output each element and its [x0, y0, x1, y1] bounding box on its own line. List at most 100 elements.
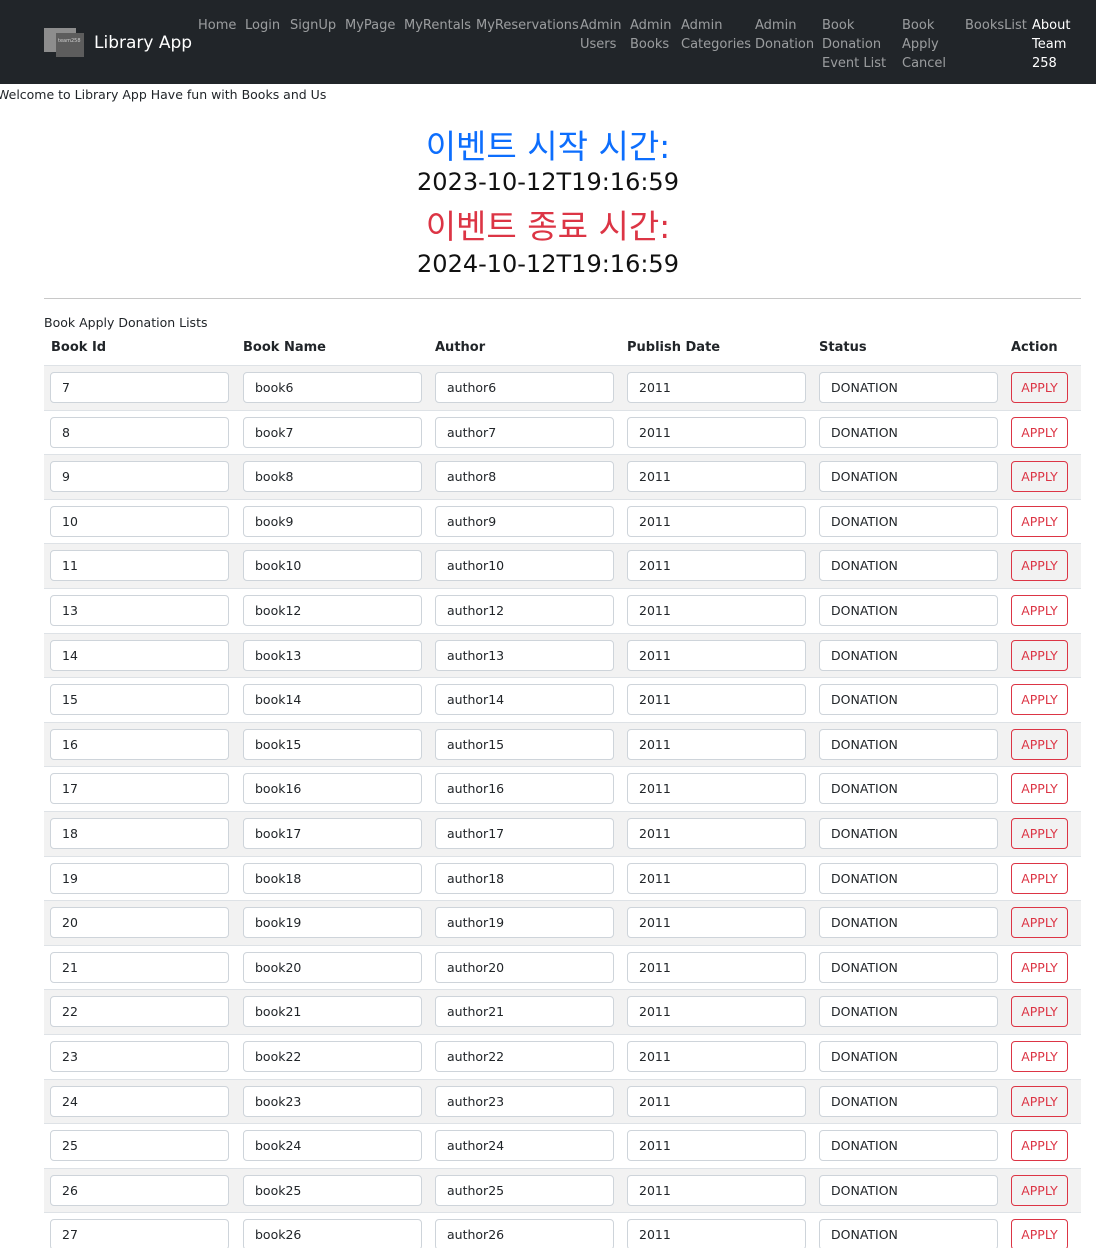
author-field[interactable]: author21 [435, 996, 614, 1028]
publish-date-field[interactable]: 2011 [627, 505, 806, 537]
book-id-field[interactable]: 18 [50, 817, 229, 849]
book-id-field[interactable]: 19 [50, 862, 229, 894]
author-field[interactable]: author24 [435, 1130, 614, 1162]
author-field[interactable]: author16 [435, 773, 614, 805]
publish-date-field[interactable]: 2011 [627, 1085, 806, 1117]
apply-button[interactable]: APPLY [1011, 1174, 1068, 1206]
book-name-field[interactable]: book10 [243, 550, 422, 582]
book-id-field[interactable]: 11 [50, 550, 229, 582]
apply-button[interactable]: APPLY [1011, 1130, 1068, 1162]
publish-date-field[interactable]: 2011 [627, 817, 806, 849]
apply-button[interactable]: APPLY [1011, 1219, 1068, 1248]
publish-date-field[interactable]: 2011 [627, 996, 806, 1028]
apply-button[interactable]: APPLY [1011, 907, 1068, 939]
author-field[interactable]: author13 [435, 639, 614, 671]
apply-button[interactable]: APPLY [1011, 550, 1068, 582]
author-field[interactable]: author22 [435, 1040, 614, 1072]
nav-myreservations[interactable]: MyReservations [476, 16, 579, 35]
book-name-field[interactable]: book15 [243, 728, 422, 760]
apply-button[interactable]: APPLY [1011, 1085, 1068, 1117]
book-name-field[interactable]: book6 [243, 372, 422, 403]
publish-date-field[interactable]: 2011 [627, 1219, 806, 1248]
status-field[interactable]: DONATION [819, 416, 998, 448]
publish-date-field[interactable]: 2011 [627, 728, 806, 760]
author-field[interactable]: author10 [435, 550, 614, 582]
nav-home[interactable]: Home [198, 16, 236, 35]
author-field[interactable]: author26 [435, 1219, 614, 1248]
status-field[interactable]: DONATION [819, 951, 998, 983]
nav-about-team[interactable]: About Team 258 [1032, 16, 1070, 73]
book-id-field[interactable]: 17 [50, 773, 229, 805]
book-name-field[interactable]: book9 [243, 505, 422, 537]
status-field[interactable]: DONATION [819, 773, 998, 805]
book-name-field[interactable]: book14 [243, 684, 422, 716]
publish-date-field[interactable]: 2011 [627, 907, 806, 939]
author-field[interactable]: author19 [435, 907, 614, 939]
author-field[interactable]: author14 [435, 684, 614, 716]
book-name-field[interactable]: book17 [243, 817, 422, 849]
book-name-field[interactable]: book16 [243, 773, 422, 805]
author-field[interactable]: author9 [435, 505, 614, 537]
publish-date-field[interactable]: 2011 [627, 416, 806, 448]
author-field[interactable]: author15 [435, 728, 614, 760]
book-id-field[interactable]: 10 [50, 505, 229, 537]
book-id-field[interactable]: 23 [50, 1040, 229, 1072]
book-id-field[interactable]: 27 [50, 1219, 229, 1248]
status-field[interactable]: DONATION [819, 505, 998, 537]
apply-button[interactable]: APPLY [1011, 728, 1068, 760]
nav-admin-users[interactable]: Admin Users [580, 16, 621, 54]
author-field[interactable]: author7 [435, 416, 614, 448]
status-field[interactable]: DONATION [819, 1130, 998, 1162]
author-field[interactable]: author17 [435, 817, 614, 849]
nav-admin-categories[interactable]: Admin Categories [681, 16, 751, 54]
publish-date-field[interactable]: 2011 [627, 773, 806, 805]
book-name-field[interactable]: book24 [243, 1130, 422, 1162]
author-field[interactable]: author12 [435, 594, 614, 626]
book-id-field[interactable]: 16 [50, 728, 229, 760]
apply-button[interactable]: APPLY [1011, 461, 1068, 493]
book-id-field[interactable]: 9 [50, 461, 229, 493]
publish-date-field[interactable]: 2011 [627, 550, 806, 582]
book-name-field[interactable]: book7 [243, 416, 422, 448]
apply-button[interactable]: APPLY [1011, 639, 1068, 671]
publish-date-field[interactable]: 2011 [627, 1130, 806, 1162]
apply-button[interactable]: APPLY [1011, 951, 1068, 983]
book-id-field[interactable]: 15 [50, 684, 229, 716]
book-name-field[interactable]: book22 [243, 1040, 422, 1072]
publish-date-field[interactable]: 2011 [627, 951, 806, 983]
status-field[interactable]: DONATION [819, 817, 998, 849]
publish-date-field[interactable]: 2011 [627, 862, 806, 894]
nav-book-apply-cancel[interactable]: Book Apply Cancel [902, 16, 946, 73]
status-field[interactable]: DONATION [819, 639, 998, 671]
book-name-field[interactable]: book13 [243, 639, 422, 671]
publish-date-field[interactable]: 2011 [627, 684, 806, 716]
author-field[interactable]: author6 [435, 372, 614, 403]
book-id-field[interactable]: 25 [50, 1130, 229, 1162]
apply-button[interactable]: APPLY [1011, 505, 1068, 537]
apply-button[interactable]: APPLY [1011, 773, 1068, 805]
brand-name[interactable]: Library App [94, 33, 192, 53]
status-field[interactable]: DONATION [819, 907, 998, 939]
publish-date-field[interactable]: 2011 [627, 639, 806, 671]
book-id-field[interactable]: 22 [50, 996, 229, 1028]
book-name-field[interactable]: book26 [243, 1219, 422, 1248]
book-name-field[interactable]: book18 [243, 862, 422, 894]
book-name-field[interactable]: book20 [243, 951, 422, 983]
status-field[interactable]: DONATION [819, 461, 998, 493]
nav-login[interactable]: Login [245, 16, 280, 35]
nav-signup[interactable]: SignUp [290, 16, 336, 35]
nav-book-donation-event-list[interactable]: Book Donation Event List [822, 16, 886, 73]
apply-button[interactable]: APPLY [1011, 996, 1068, 1028]
apply-button[interactable]: APPLY [1011, 1040, 1068, 1072]
book-id-field[interactable]: 14 [50, 639, 229, 671]
nav-admin-books[interactable]: Admin Books [630, 16, 671, 54]
book-id-field[interactable]: 13 [50, 594, 229, 626]
author-field[interactable]: author23 [435, 1085, 614, 1117]
status-field[interactable]: DONATION [819, 862, 998, 894]
book-id-field[interactable]: 7 [50, 372, 229, 403]
apply-button[interactable]: APPLY [1011, 684, 1068, 716]
publish-date-field[interactable]: 2011 [627, 1040, 806, 1072]
status-field[interactable]: DONATION [819, 594, 998, 626]
book-name-field[interactable]: book25 [243, 1174, 422, 1206]
nav-bookslist[interactable]: BooksList [965, 16, 1027, 35]
